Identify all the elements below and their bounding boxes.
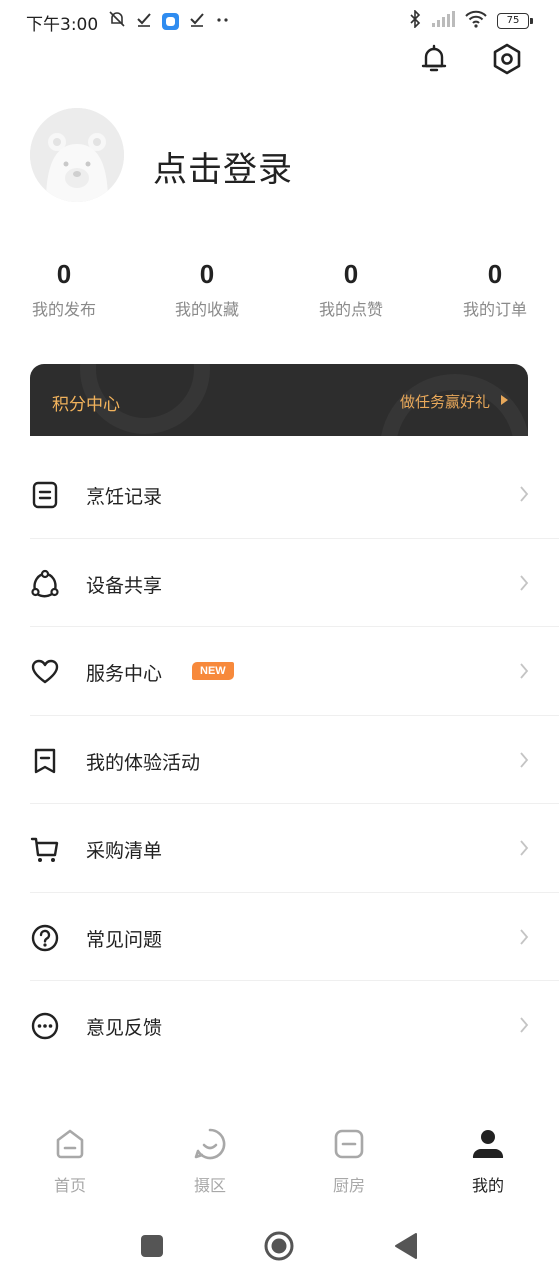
points-center-title: 积分中心 [52,395,120,415]
wifi-icon [465,10,487,32]
cart-icon [30,837,59,862]
menu-list: 烹饪记录 设备共享 服务中心 NEW 我的体验活动 采购清单 常见问题 意见反馈 [0,450,559,1070]
stat-likes[interactable]: 0 我的点赞 [301,258,401,320]
tab-label: 首页 [53,1176,86,1195]
stat-posts[interactable]: 0 我的发布 [14,258,114,320]
bluetooth-icon [409,9,421,32]
back-button[interactable] [390,1230,422,1262]
recents-square-icon [141,1235,163,1257]
chevron-right-icon [520,486,529,502]
more-dots-icon [215,11,231,31]
menu-item-label: 服务中心 [86,663,163,685]
home-circle-icon [264,1231,294,1261]
menu-item-label: 我的体验活动 [86,751,201,774]
stat-label: 我的订单 [462,300,527,319]
menu-item-label: 采购清单 [86,840,163,862]
tab-kitchen[interactable]: 厨房 [299,1126,399,1196]
notification-bell-button[interactable] [417,42,451,76]
menu-item-label: 常见问题 [86,928,163,951]
stat-label: 我的发布 [31,300,96,319]
avatar[interactable] [30,108,124,202]
system-navigation-bar [0,1212,559,1280]
chevron-right-icon [520,928,529,945]
chevron-right-icon [520,663,529,679]
stat-value: 0 [343,259,359,289]
status-time: 下午3:00 [26,15,99,35]
battery-indicator: 75 [497,13,533,29]
chevron-right-icon [520,1017,529,1033]
stat-favorites[interactable]: 0 我的收藏 [157,258,257,320]
chevron-right-icon [520,574,529,591]
heart-icon [31,659,59,684]
kitchen-icon [334,1129,364,1159]
chat-bubble-icon [31,1012,59,1040]
points-task-link[interactable]: 做任务赢好礼 [400,391,490,412]
stat-value: 0 [199,259,215,289]
chevron-right-icon [520,751,529,768]
menu-item-label: 烹饪记录 [86,486,163,508]
tab-label: 厨房 [332,1176,365,1195]
bookmark-icon [34,748,56,773]
stat-label: 我的收藏 [174,300,239,319]
user-icon [472,1130,504,1158]
stat-orders[interactable]: 0 我的订单 [445,258,545,320]
recents-button[interactable] [136,1230,168,1262]
check-icon [189,11,205,31]
stat-value: 0 [487,259,503,289]
check-icon [136,11,152,31]
tab-community[interactable]: 摄区 [160,1126,260,1196]
menu-item-device-sharing[interactable]: 设备共享 [0,539,559,627]
bell-icon [421,44,447,72]
menu-item-label: 意见反馈 [86,1017,163,1039]
points-center-banner[interactable]: 积分中心 做任务赢好礼 [30,364,528,436]
home-icon [56,1129,84,1159]
chevron-right-icon [520,840,529,856]
home-nav-button[interactable] [263,1230,295,1262]
mute-bell-icon [108,10,126,32]
menu-item-shopping-list[interactable]: 采购清单 [0,804,559,893]
login-prompt[interactable]: 点击登录 [153,142,293,191]
tab-label: 摄区 [193,1176,226,1195]
stats-row: 0 我的发布 0 我的收藏 0 我的点赞 0 我的订单 [0,258,559,328]
new-badge: NEW [192,662,234,680]
status-right-icons: 75 [409,9,533,32]
signal-icon [431,11,455,31]
tab-mine[interactable]: 我的 [438,1126,538,1196]
stat-label: 我的点赞 [318,300,383,319]
menu-item-label: 设备共享 [86,574,163,597]
play-arrow-icon [501,395,508,405]
polar-bear-avatar-icon [30,108,124,202]
menu-item-cooking-records[interactable]: 烹饪记录 [0,450,559,539]
tab-label: 我的 [471,1176,504,1195]
settings-button[interactable] [490,42,524,76]
app-notification-icon [162,12,179,30]
menu-item-faq[interactable]: 常见问题 [0,893,559,981]
menu-item-feedback[interactable]: 意见反馈 [0,981,559,1070]
status-bar: 下午3:00 75 [0,0,559,40]
menu-item-service-center[interactable]: 服务中心 NEW [0,627,559,716]
record-list-icon [32,481,58,509]
smile-bubble-icon [194,1128,226,1160]
stat-value: 0 [56,259,72,289]
question-icon [31,924,59,951]
menu-item-experience-activities[interactable]: 我的体验活动 [0,716,559,804]
settings-hexagon-icon [493,43,521,75]
bottom-tab-bar: 首页 摄区 厨房 我的 [0,1126,559,1206]
tab-home[interactable]: 首页 [20,1126,120,1196]
back-triangle-icon [395,1233,417,1259]
status-left-icons [108,10,231,32]
share-nodes-icon [31,569,59,597]
